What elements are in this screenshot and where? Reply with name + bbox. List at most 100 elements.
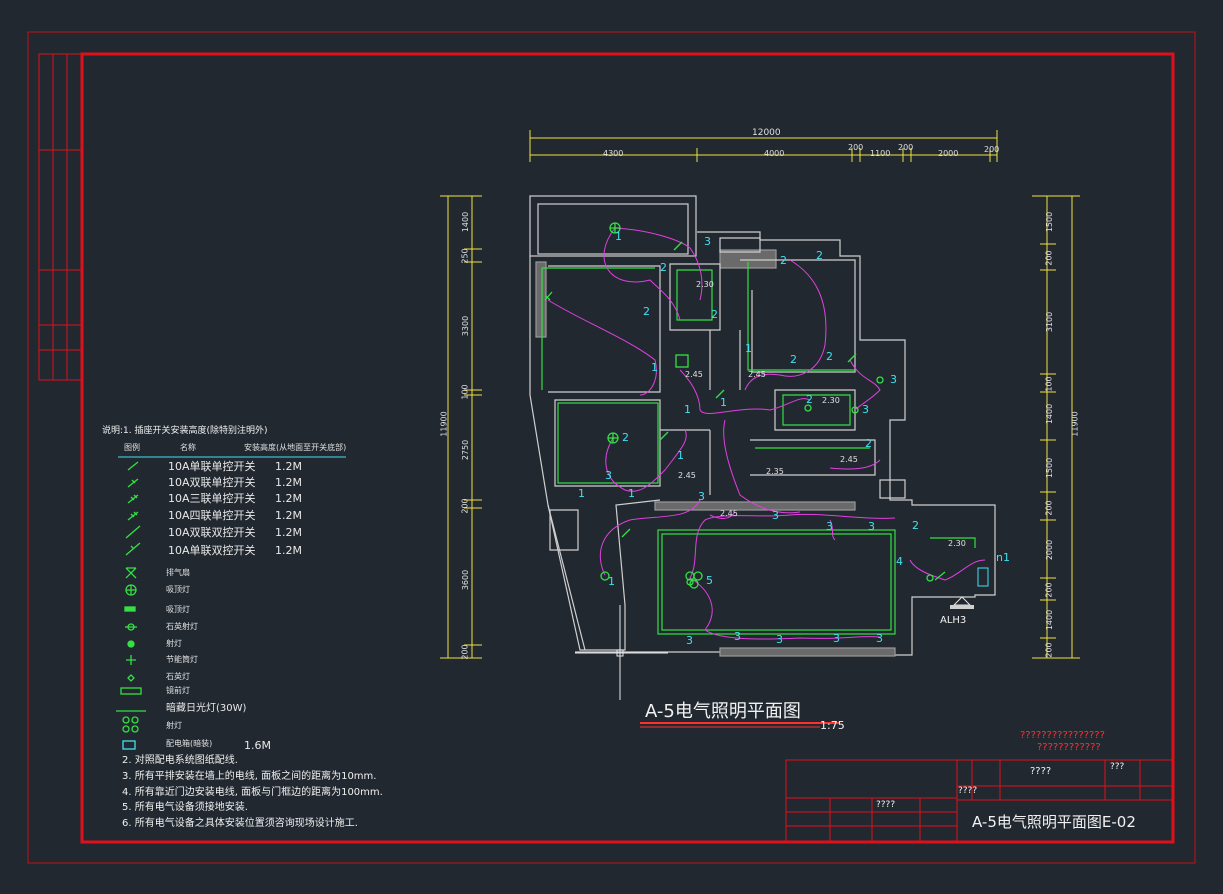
circuit-num: 1 [677,449,684,462]
circuit-num: 3 [605,469,612,482]
note-6: 6. 所有电气设备之具体安装位置须咨询现场设计施工. [122,818,358,829]
dim-right-seg-3: 3100 [1045,311,1055,333]
dim-right-seg-10: 1400 [1045,609,1055,631]
dim-right-seg-7: 200 [1044,500,1054,516]
circuit-num: 4 [896,555,903,568]
legend-fixture: 吸顶灯 [166,605,190,614]
circuit-num: 3 [826,520,833,533]
legend-fixture: 排气扇 [166,568,190,577]
dim-left-seg-7: 3600 [461,569,471,591]
circuit-num: n1 [996,551,1010,564]
dim-right-seg-6: 1500 [1045,457,1055,479]
legend-col-height: 安装高度(从地面至开关底部) [244,443,347,452]
circuit-num: 3 [698,490,705,503]
binding-strip [38,53,83,381]
circuit-num: 2 [826,350,833,363]
ceiling-height-7: 2.45 [840,455,858,464]
circuit-num: 2 [660,261,667,274]
circuit-num: 2 [711,308,718,321]
circuit-num: 3 [876,632,883,645]
dim-top-seg-7: 200 [984,145,1000,154]
title-block-field: ???? [876,800,896,810]
legend-fixture: 镜前灯 [166,686,190,695]
legend-switch-height: 1.2M [275,526,302,539]
circuit-num: 3 [772,509,779,522]
legend-fixture: 吸顶灯 [166,585,190,594]
ceiling-height-3: 2.45 [748,370,766,379]
circuit-num: 2 [865,437,872,450]
dim-left-seg-1: 1400 [461,211,471,233]
dim-left-seg-2: 250 [460,248,470,264]
panel-label: ALH3 [940,615,967,626]
dim-right-seg-8: 2000 [1045,539,1055,561]
cad-crosshair-cursor [575,605,668,700]
note-4: 4. 所有靠近门边安装电线, 面板与门框边的距离为100mm. [122,787,383,798]
ceiling-height-8: 2.45 [720,509,738,518]
legend-switch-height: 1.2M [275,476,302,489]
title-block-field: ???? [958,786,978,796]
dim-right-seg-9: 200 [1044,582,1054,598]
circuit-num: 1 [578,487,585,500]
dim-top-seg-6: 2000 [938,149,959,158]
dim-top-seg-3: 200 [848,143,864,152]
dim-top-seg-5: 200 [898,143,914,152]
dim-left-seg-3: 3300 [461,315,471,337]
circuit-num: 1 [615,230,622,243]
legend-switch-name: 10A四联单控开关 [168,509,256,522]
ceiling-height-4: 2.30 [822,396,840,405]
legend-fixture: 石英射灯 [166,622,198,631]
legend-col-name: 名称 [180,443,196,452]
floor-plan-walls [529,195,996,657]
note-1-heading: 说明:1. 插座开关安装高度(除特别注明外) [102,426,268,436]
circuit-num: 3 [862,403,869,416]
note-3: 3. 所有平排安装在墙上的电线, 面板之间的距离为10mm. [122,771,377,782]
dim-right-seg-11: 200 [1044,642,1054,658]
circuit-num: 2 [643,305,650,318]
ceiling-height-5: 2.45 [678,471,696,480]
ceiling-height-6: 2.35 [766,467,784,476]
legend-panel-height: 1.6M [244,739,271,752]
circuit-num: 2 [816,249,823,262]
legend-fixture: 暗藏日光灯(30W) [166,703,247,714]
stamp-line-1: ???????????????? [1020,730,1105,741]
legend-col-symbol: 图例 [124,443,140,452]
dim-top-seg-2: 4000 [764,149,785,158]
dim-left-seg-4: 100 [460,384,470,400]
title-block-field: ??? [1110,762,1125,772]
circuit-num: 1 [720,396,727,409]
circuit-num: 3 [890,373,897,386]
title-block-drawing-name: A-5电气照明平面图E-02 [972,813,1136,831]
circuit-num: 2 [790,353,797,366]
legend-switch-height: 1.2M [275,460,302,473]
drawing-scale: 1:75 [820,719,845,732]
legend-fixture: 射灯 [166,639,182,648]
dim-top-seg-1: 4300 [603,149,624,158]
legend-fixture: 射灯 [166,721,182,730]
circuit-num: 1 [628,487,635,500]
circuit-num: 2 [780,254,787,267]
legend-switch-name: 10A双联双控开关 [168,526,256,539]
concealed-light-strips [541,262,976,635]
wall-switches [544,241,946,581]
drawing-title: A-5电气照明平面图 [645,701,801,722]
legend-switch-name: 10A单联双控开关 [168,544,256,557]
circuit-num: 3 [686,634,693,647]
circuit-num: 1 [608,575,615,588]
circuit-num: 3 [868,520,875,533]
dim-left-seg-5: 2750 [461,439,471,461]
ceiling-height-2: 2.45 [685,370,703,379]
legend-switch-name: 10A单联单控开关 [168,460,256,473]
circuit-num: 2 [806,393,813,406]
note-5: 5. 所有电气设备须接地安装. [122,802,248,813]
circuit-num: 3 [776,633,783,646]
circuit-num: 1 [684,403,691,416]
dim-right-seg-2: 200 [1044,250,1054,266]
circuit-num: 2 [622,431,629,444]
legend-fixture: 石英灯 [166,672,190,681]
dim-right-seg-5: 1400 [1045,403,1055,425]
dim-left-total: 11900 [439,411,449,437]
legend-switch-height: 1.2M [275,544,302,557]
note-2: 2. 对照配电系统图纸配线. [122,755,238,766]
ceiling-height-1: 2.30 [696,280,714,289]
dim-right-total: 11900 [1070,411,1080,437]
